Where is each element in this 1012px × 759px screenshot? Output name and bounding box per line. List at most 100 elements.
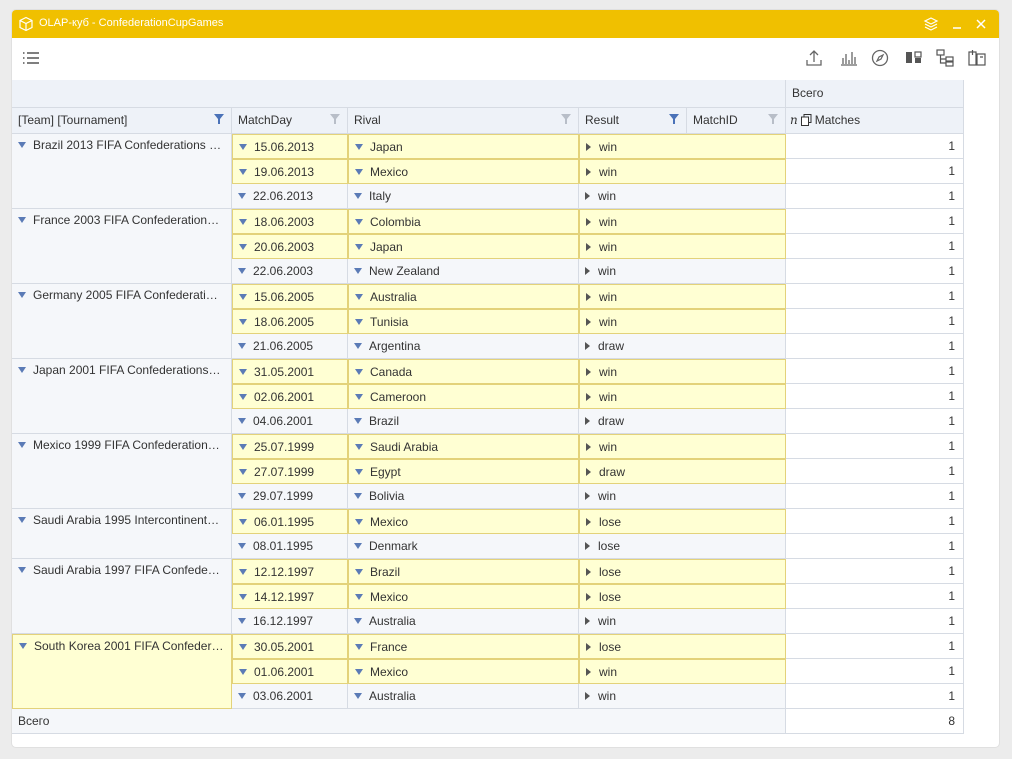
collapse-icon[interactable] (354, 193, 362, 199)
team-group-cell[interactable]: Saudi Arabia 1995 Intercontinental Champ… (12, 509, 232, 559)
hierarchy-icon[interactable] (934, 47, 956, 69)
expand-icon[interactable] (586, 593, 591, 601)
result-cell[interactable]: lose (579, 584, 786, 609)
collapse-icon[interactable] (355, 394, 363, 400)
expand-icon[interactable] (586, 218, 591, 226)
collapse-icon[interactable] (354, 493, 362, 499)
result-cell[interactable]: win (579, 434, 786, 459)
rival-cell[interactable]: Australia (348, 284, 579, 309)
expand-icon[interactable] (586, 318, 591, 326)
collapse-icon[interactable] (19, 643, 27, 649)
filter-icon[interactable] (768, 114, 778, 125)
collapse-icon[interactable] (18, 367, 26, 373)
rival-cell[interactable]: New Zealand (348, 259, 579, 284)
expand-icon[interactable] (585, 492, 590, 500)
collapse-icon[interactable] (355, 144, 363, 150)
collapse-icon[interactable] (238, 268, 246, 274)
rival-cell[interactable]: Colombia (348, 209, 579, 234)
result-cell[interactable]: win (579, 384, 786, 409)
matchday-cell[interactable]: 31.05.2001 (232, 359, 348, 384)
collapse-icon[interactable] (239, 569, 247, 575)
result-cell[interactable]: lose (579, 509, 786, 534)
collapse-icon[interactable] (354, 543, 362, 549)
expand-icon[interactable] (586, 518, 591, 526)
rival-cell[interactable]: Mexico (348, 659, 579, 684)
rival-cell[interactable]: Argentina (348, 334, 579, 359)
expand-icon[interactable] (585, 417, 590, 425)
collapse-icon[interactable] (238, 493, 246, 499)
expand-icon[interactable] (586, 668, 591, 676)
result-cell[interactable]: win (579, 234, 786, 259)
collapse-icon[interactable] (238, 193, 246, 199)
expand-icon[interactable] (586, 468, 591, 476)
layers-icon[interactable] (922, 15, 940, 33)
expand-icon[interactable] (585, 692, 590, 700)
column-header-0[interactable]: [Team] [Tournament] (12, 108, 232, 134)
rival-cell[interactable]: Mexico (348, 584, 579, 609)
result-cell[interactable]: win (579, 209, 786, 234)
collapse-icon[interactable] (18, 217, 26, 223)
collapse-icon[interactable] (239, 244, 247, 250)
copy-icon[interactable] (800, 114, 812, 126)
matchday-cell[interactable]: 20.06.2003 (232, 234, 348, 259)
result-cell[interactable]: win (579, 159, 786, 184)
collapse-icon[interactable] (18, 292, 26, 298)
result-cell[interactable]: lose (579, 559, 786, 584)
matchday-cell[interactable]: 15.06.2005 (232, 284, 348, 309)
compass-icon[interactable] (869, 47, 891, 69)
result-cell[interactable]: win (579, 184, 786, 209)
result-cell[interactable]: lose (579, 534, 786, 559)
collapse-icon[interactable] (239, 369, 247, 375)
expand-icon[interactable] (586, 168, 591, 176)
rival-cell[interactable]: Mexico (348, 159, 579, 184)
collapse-icon[interactable] (354, 268, 362, 274)
collapse-icon[interactable] (355, 644, 363, 650)
collapse-icon[interactable] (239, 669, 247, 675)
result-cell[interactable]: lose (579, 634, 786, 659)
collapse-icon[interactable] (354, 418, 362, 424)
expand-icon[interactable] (586, 568, 591, 576)
team-group-cell[interactable]: Mexico 1999 FIFA Confederations Cup (12, 434, 232, 509)
expand-icon[interactable] (585, 192, 590, 200)
matchday-cell[interactable]: 29.07.1999 (232, 484, 348, 509)
collapse-icon[interactable] (238, 543, 246, 549)
collapse-icon[interactable] (355, 469, 363, 475)
collapse-icon[interactable] (354, 343, 362, 349)
collapse-icon[interactable] (239, 294, 247, 300)
collapse-icon[interactable] (355, 569, 363, 575)
matchday-cell[interactable]: 15.06.2013 (232, 134, 348, 159)
matchday-cell[interactable]: 01.06.2001 (232, 659, 348, 684)
expand-icon[interactable] (586, 393, 591, 401)
collapse-icon[interactable] (18, 142, 26, 148)
result-cell[interactable]: draw (579, 459, 786, 484)
matchday-cell[interactable]: 22.06.2013 (232, 184, 348, 209)
rival-cell[interactable]: Japan (348, 134, 579, 159)
result-cell[interactable]: win (579, 284, 786, 309)
rival-cell[interactable]: Australia (348, 684, 579, 709)
rival-cell[interactable]: Italy (348, 184, 579, 209)
collapse-icon[interactable] (355, 319, 363, 325)
measure-header[interactable]: n Matches (786, 108, 964, 134)
expand-icon[interactable] (586, 443, 591, 451)
collapse-icon[interactable] (18, 442, 26, 448)
collapse-icon[interactable] (238, 693, 246, 699)
collapse-icon[interactable] (239, 444, 247, 450)
result-cell[interactable]: draw (579, 409, 786, 434)
matchday-cell[interactable]: 16.12.1997 (232, 609, 348, 634)
matchday-cell[interactable]: 30.05.2001 (232, 634, 348, 659)
collapse-icon[interactable] (355, 294, 363, 300)
result-cell[interactable]: win (579, 484, 786, 509)
team-group-cell[interactable]: Germany 2005 FIFA Confederations Cup (12, 284, 232, 359)
rival-cell[interactable]: Egypt (348, 459, 579, 484)
result-cell[interactable]: draw (579, 334, 786, 359)
result-cell[interactable]: win (579, 259, 786, 284)
expand-icon[interactable] (586, 368, 591, 376)
expand-icon[interactable] (586, 643, 591, 651)
rival-cell[interactable]: Brazil (348, 409, 579, 434)
collapse-icon[interactable] (238, 418, 246, 424)
rival-cell[interactable]: Bolivia (348, 484, 579, 509)
rival-cell[interactable]: Tunisia (348, 309, 579, 334)
swap-columns-icon[interactable] (903, 47, 925, 69)
team-group-cell[interactable]: Japan 2001 FIFA Confederations Cup (12, 359, 232, 434)
matchday-cell[interactable]: 02.06.2001 (232, 384, 348, 409)
